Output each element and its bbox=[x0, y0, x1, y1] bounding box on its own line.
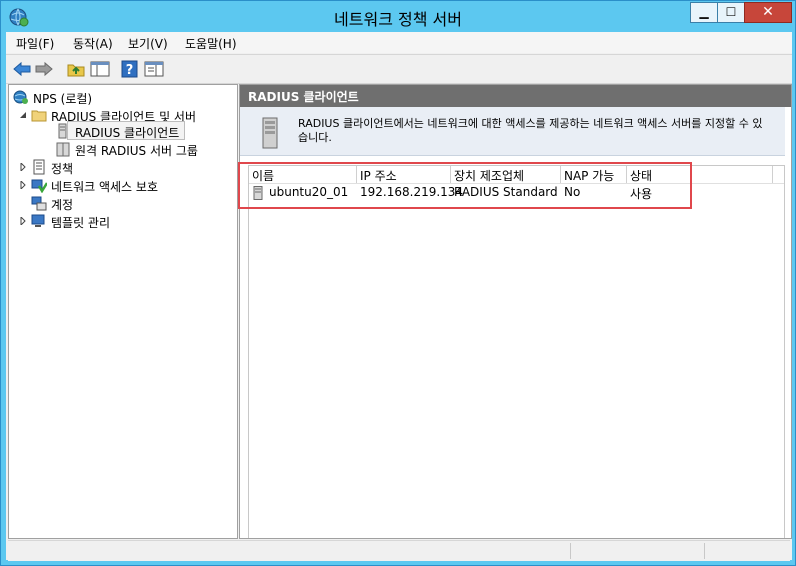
tree-label-templates: 템플릿 관리 bbox=[51, 216, 111, 230]
details-pane: RADIUS 클라이언트 RADIUS 클라이언트에서는 네트워크에 대한 액세… bbox=[239, 84, 792, 539]
templates-icon bbox=[31, 214, 45, 227]
status-divider bbox=[704, 543, 705, 559]
toolbar: ? bbox=[6, 54, 792, 84]
title-bar[interactable]: 네트워크 정책 서버 ▁ ☐ ✕ bbox=[1, 1, 795, 32]
server-icon bbox=[58, 123, 67, 139]
menu-help[interactable]: 도움말(H) bbox=[185, 35, 237, 52]
menu-view[interactable]: 보기(V) bbox=[128, 35, 168, 52]
status-bar bbox=[8, 540, 790, 561]
details-header: RADIUS 클라이언트 bbox=[240, 85, 791, 107]
tree-label-accounting: 계정 bbox=[51, 198, 74, 212]
tree-label-nps-root: NPS (로컬) bbox=[33, 92, 93, 106]
collapsed-triangle-icon[interactable] bbox=[19, 163, 27, 171]
show-hide-tree-icon[interactable] bbox=[90, 60, 110, 78]
maximize-icon: ☐ bbox=[725, 5, 737, 19]
description-text: RADIUS 클라이언트에서는 네트워크에 대한 액세스를 제공하는 네트워크 … bbox=[298, 117, 763, 144]
accounting-icon bbox=[31, 196, 47, 211]
forward-arrow-icon[interactable] bbox=[34, 60, 54, 78]
collapsed-triangle-icon[interactable] bbox=[19, 181, 27, 189]
main-window: 네트워크 정책 서버 ▁ ☐ ✕ 파일(F) 동작(A) 보기(V) 도움말(H… bbox=[0, 0, 796, 566]
nps-globe-icon bbox=[13, 90, 28, 104]
close-button[interactable]: ✕ bbox=[744, 2, 792, 23]
status-divider bbox=[570, 543, 571, 559]
clients-list-view[interactable]: 이름 IP 주소 장치 제조업체 NAP 가능 상태 ubuntu20_01 1… bbox=[248, 165, 785, 538]
tree-label-remote-radius-groups: 원격 RADIUS 서버 그룹 bbox=[75, 144, 198, 158]
console-tree: NPS (로컬) RADIUS 클라이언트 및 서버 RADIUS 클라이언트 … bbox=[8, 84, 238, 539]
menu-file[interactable]: 파일(F) bbox=[16, 35, 54, 52]
server-tower-icon bbox=[262, 117, 278, 149]
window-title: 네트워크 정책 서버 bbox=[334, 10, 462, 29]
close-icon: ✕ bbox=[762, 4, 774, 20]
properties-pane-icon[interactable] bbox=[144, 60, 164, 78]
details-header-title: RADIUS 클라이언트 bbox=[248, 90, 359, 104]
tree-label-policies: 정책 bbox=[51, 162, 74, 176]
help-icon[interactable]: ? bbox=[120, 60, 140, 78]
tree-label-radius-clients: RADIUS 클라이언트 bbox=[75, 126, 180, 140]
tree-label-nap: 네트워크 액세스 보호 bbox=[51, 180, 158, 194]
server-group-icon bbox=[56, 142, 70, 157]
maximize-button[interactable]: ☐ bbox=[717, 2, 745, 23]
description-panel: RADIUS 클라이언트에서는 네트워크에 대한 액세스를 제공하는 네트워크 … bbox=[240, 107, 785, 156]
up-folder-icon[interactable] bbox=[66, 60, 86, 78]
menu-action[interactable]: 동작(A) bbox=[73, 35, 113, 52]
minimize-icon: ▁ bbox=[699, 5, 709, 19]
annotation-highlight-box bbox=[238, 162, 692, 209]
menu-bar: 파일(F) 동작(A) 보기(V) 도움말(H) bbox=[6, 32, 792, 53]
svg-text:?: ? bbox=[126, 63, 134, 78]
client-area: 파일(F) 동작(A) 보기(V) 도움말(H) ? NPS (로컬) RADI… bbox=[6, 32, 792, 561]
minimize-button[interactable]: ▁ bbox=[690, 2, 718, 23]
folder-icon bbox=[31, 110, 47, 122]
expanded-triangle-icon[interactable] bbox=[19, 111, 27, 119]
collapsed-triangle-icon[interactable] bbox=[19, 217, 27, 225]
network-access-protection-icon bbox=[31, 179, 47, 193]
policy-document-icon bbox=[33, 159, 45, 175]
back-arrow-icon[interactable] bbox=[12, 60, 32, 78]
